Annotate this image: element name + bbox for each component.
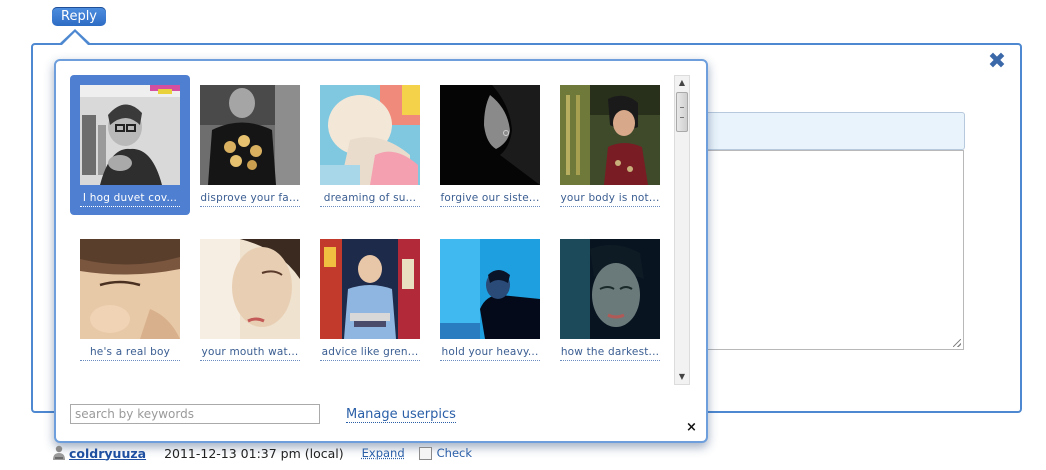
userpic-label[interactable]: your body is not... bbox=[560, 192, 660, 207]
userpic-item[interactable]: how the darkest... bbox=[550, 229, 670, 369]
userpic-label[interactable]: how the darkest... bbox=[560, 346, 660, 361]
userpic-label[interactable]: he's a real boy bbox=[80, 346, 180, 361]
userpic-item[interactable]: forgive our siste... bbox=[430, 75, 550, 215]
userpic-thumbnail bbox=[200, 85, 300, 185]
userpic-search-input[interactable] bbox=[70, 404, 320, 424]
resize-grip-icon[interactable] bbox=[953, 339, 961, 347]
user-icon bbox=[53, 445, 65, 460]
userpic-label[interactable]: hold your heavy... bbox=[440, 346, 540, 361]
userpic-thumbnail bbox=[440, 239, 540, 339]
check-label: Check bbox=[436, 446, 473, 460]
userpic-label[interactable]: I hog duvet cov... bbox=[80, 192, 180, 207]
popup-close-icon[interactable]: × bbox=[686, 421, 697, 435]
close-icon[interactable]: ✖ bbox=[987, 51, 1007, 73]
userpic-item[interactable]: I hog duvet cov... bbox=[70, 75, 190, 215]
userpic-label[interactable]: disprove your fa... bbox=[200, 192, 300, 207]
scroll-down-arrow-icon[interactable]: ▼ bbox=[675, 370, 689, 384]
comment-timestamp: 2011-12-13 01:37 pm (local) bbox=[164, 445, 344, 461]
manage-userpics-link[interactable]: Manage userpics bbox=[346, 407, 456, 423]
userpic-item[interactable]: dreaming of su... bbox=[310, 75, 430, 215]
userpic-item[interactable]: hold your heavy... bbox=[430, 229, 550, 369]
expand-link[interactable]: Expand bbox=[362, 446, 405, 460]
userpic-item[interactable]: your body is not... bbox=[550, 75, 670, 215]
userpic-thumbnail bbox=[560, 239, 660, 339]
userpic-selector-popup: I hog duvet cov... disprove your fa... d… bbox=[54, 59, 708, 443]
reply-button[interactable]: Reply bbox=[52, 7, 107, 26]
comment-meta-row: coldryuuza 2011-12-13 01:37 pm (local) E… bbox=[52, 444, 472, 462]
reply-frame-notch-inner bbox=[62, 32, 88, 45]
subject-field[interactable] bbox=[700, 112, 965, 150]
userpic-thumbnail bbox=[320, 239, 420, 339]
userpic-item[interactable]: disprove your fa... bbox=[190, 75, 310, 215]
username-link[interactable]: coldryuuza bbox=[69, 446, 146, 461]
userpic-scrollbar[interactable]: ▲ ▼ bbox=[674, 75, 690, 385]
scroll-thumb[interactable] bbox=[676, 92, 688, 132]
scroll-up-arrow-icon[interactable]: ▲ bbox=[675, 76, 689, 90]
userpic-label[interactable]: forgive our siste... bbox=[440, 192, 540, 207]
userpic-thumbnail bbox=[80, 239, 180, 339]
userpic-label[interactable]: your mouth wat... bbox=[200, 346, 300, 361]
userpic-thumbnail bbox=[80, 85, 180, 185]
userpic-thumbnail bbox=[440, 85, 540, 185]
userpic-item[interactable]: he's a real boy bbox=[70, 229, 190, 369]
userpic-thumbnail bbox=[560, 85, 660, 185]
userpic-item[interactable]: advice like gren... bbox=[310, 229, 430, 369]
userpic-thumbnail bbox=[320, 85, 420, 185]
userpic-label[interactable]: advice like gren... bbox=[320, 346, 420, 361]
comment-body-textarea[interactable] bbox=[700, 150, 964, 350]
userpic-label[interactable]: dreaming of su... bbox=[320, 192, 420, 207]
userpic-item[interactable]: your mouth wat... bbox=[190, 229, 310, 369]
userpic-grid: I hog duvet cov... disprove your fa... d… bbox=[70, 75, 670, 385]
check-checkbox[interactable] bbox=[418, 446, 432, 460]
userpic-thumbnail bbox=[200, 239, 300, 339]
